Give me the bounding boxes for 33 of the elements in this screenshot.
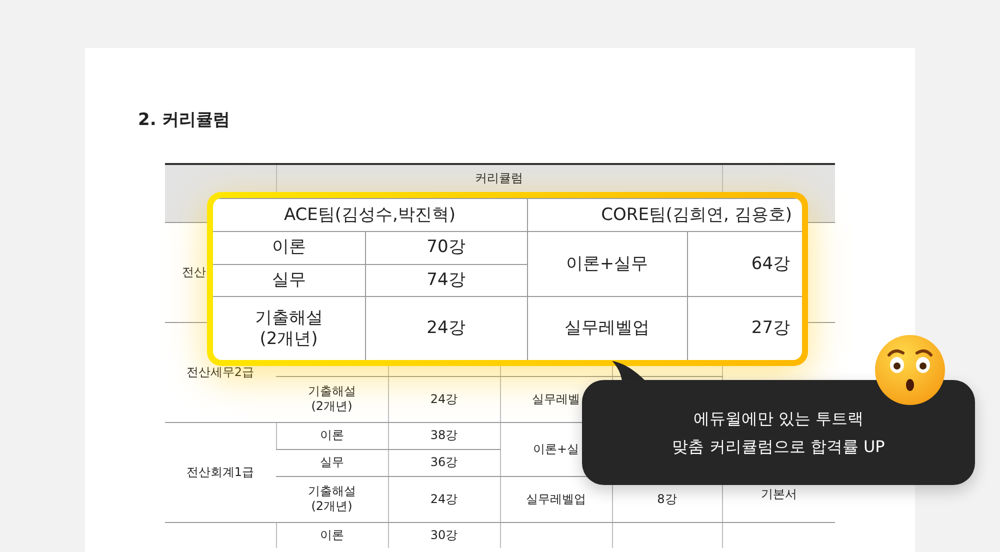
table-cell-text: 이론 [272, 237, 306, 258]
table-cell-text: 24강 [430, 392, 458, 406]
table-cell-text: 70강 [426, 237, 466, 258]
table-cell-text: 이론+실 [532, 442, 580, 456]
table-cell-text: 36강 [430, 455, 458, 470]
table-cell-text: 기본서 [760, 486, 797, 501]
table-cell-text: 기출해설 (2개년) [308, 384, 356, 414]
table-cell-text: 이론 [320, 428, 344, 442]
table-cell-text: 이론 [320, 528, 344, 542]
table-cell-text: 24강 [430, 492, 458, 506]
column-header: ACE팀(김성수,박진혁) [284, 204, 456, 225]
table-cell-text: 실무 [272, 270, 306, 290]
table-cell-text: 전산세무2급 [186, 364, 254, 379]
column-header: CORE팀(김희연, 김용호) [601, 204, 792, 225]
table-cell-text: 74강 [426, 270, 466, 290]
table-cell-text: 전산 [182, 264, 206, 279]
table-cell-text: 실무레벨업 [526, 492, 586, 506]
table-cell-text: 실무 [320, 455, 344, 470]
section-heading: 2. 커리큘럼 [138, 110, 232, 130]
table-cell-text: 8강 [657, 492, 677, 506]
table-cell-text: 기출해설 (2개년) [308, 484, 356, 514]
table-cell-text: 기출해설 (2개년) [254, 308, 323, 349]
table-cell-text: 이론+실무 [566, 254, 648, 274]
table-cell-text: 실무레벨 [532, 392, 580, 406]
column-header: 커리큘럼 [475, 171, 523, 186]
table-cell-text: 실무레벨업 [564, 318, 650, 338]
table-cell-text: 64강 [751, 254, 790, 274]
table-cell-text: 38강 [430, 428, 458, 442]
table-cell-text: 24강 [426, 318, 466, 338]
table-cell-text: 전산회계1급 [186, 464, 254, 479]
bubble-message: 에듀윌에만 있는 투트랙 맞춤 커리큘럼으로 합격률 UP [672, 408, 885, 458]
table-cell-text: 27강 [751, 318, 790, 338]
table-cell-text: 30강 [430, 528, 458, 542]
